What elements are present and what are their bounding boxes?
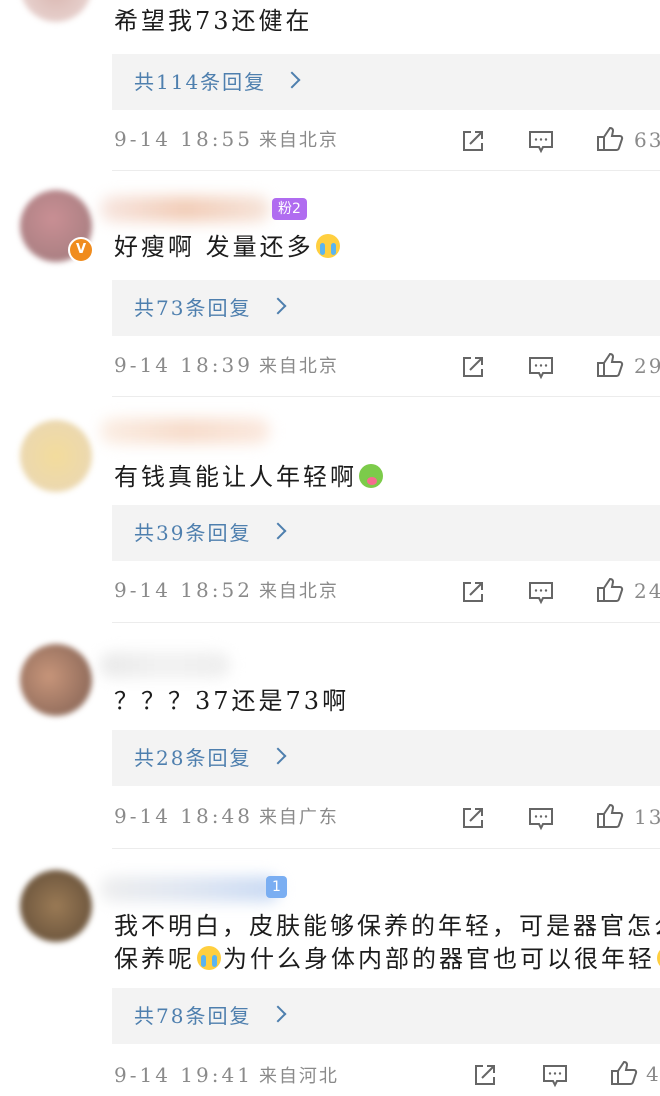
replies-link[interactable]: 共73条回复 <box>112 280 660 336</box>
divider <box>112 170 660 171</box>
avatar[interactable] <box>20 870 92 942</box>
like-count: 24 <box>634 579 660 603</box>
comment-text: ？？？37还是73啊 <box>114 687 350 715</box>
comment-icon[interactable] <box>526 803 556 833</box>
replies-link[interactable]: 共114条回复 <box>112 54 660 110</box>
thumbs-up-icon[interactable] <box>594 350 624 380</box>
username-redacted[interactable] <box>100 196 270 222</box>
comment-meta: 9-14 18:39 来自北京 <box>114 352 339 378</box>
comment-icon[interactable] <box>540 1060 570 1090</box>
comment-time: 9-14 18:39 <box>114 353 253 377</box>
comment-time: 9-14 18:52 <box>114 578 253 602</box>
share-icon[interactable] <box>458 352 488 382</box>
comment-meta: 9-14 19:41 来自河北 <box>114 1062 339 1088</box>
crying-face-icon <box>315 234 340 258</box>
replies-count-label: 共78条回复 <box>134 1004 252 1028</box>
thumbs-up-icon[interactable] <box>608 1058 638 1088</box>
avatar[interactable] <box>20 0 92 22</box>
like-count: 4 <box>646 1062 660 1086</box>
replies-link[interactable]: 共78条回复 <box>112 988 660 1044</box>
avatar[interactable] <box>20 644 92 716</box>
share-icon[interactable] <box>458 803 488 833</box>
comment-text-content: 好瘦啊 发量还多 <box>114 233 314 261</box>
comment-location: 来自广东 <box>258 807 339 828</box>
comment-location: 来自北京 <box>258 356 339 377</box>
username-redacted[interactable] <box>100 876 280 902</box>
fan-level-badge: 粉2 <box>272 198 307 220</box>
like-count: 29 <box>634 354 660 378</box>
username-redacted[interactable] <box>100 652 230 678</box>
chevron-right-icon <box>269 522 287 540</box>
chevron-right-icon <box>269 297 287 315</box>
replies-count-label: 共39条回复 <box>134 521 252 545</box>
replies-link[interactable]: 共28条回复 <box>112 730 660 786</box>
comment-text: 有钱真能让人年轻啊 <box>114 458 660 496</box>
comment-icon[interactable] <box>526 577 556 607</box>
thumbs-up-icon[interactable] <box>594 801 624 831</box>
avatar[interactable] <box>20 420 92 492</box>
chevron-right-icon <box>269 1005 287 1023</box>
comment-time: 9-14 18:55 <box>114 127 253 151</box>
like-count: 63 <box>634 128 660 152</box>
comment-meta: 9-14 18:52 来自北京 <box>114 577 339 603</box>
replies-count-label: 共28条回复 <box>134 746 252 770</box>
comment-location: 来自北京 <box>258 130 339 151</box>
crying-face-icon <box>197 946 221 970</box>
like-count: 13 <box>634 805 660 829</box>
fan-level-badge: 1 <box>266 876 287 898</box>
share-icon[interactable] <box>458 577 488 607</box>
comment-time: 9-14 19:41 <box>114 1063 253 1087</box>
comment-icon[interactable] <box>526 352 556 382</box>
comment-meta: 9-14 18:55 来自北京 <box>114 126 339 152</box>
share-icon[interactable] <box>470 1060 500 1090</box>
comment-text-content: 保养呢 <box>114 945 195 973</box>
replies-count-label: 共73条回复 <box>134 296 252 320</box>
divider <box>112 622 660 623</box>
chevron-right-icon <box>283 71 301 89</box>
replies-link[interactable]: 共39条回复 <box>112 505 660 561</box>
comment-time: 9-14 18:48 <box>114 804 253 828</box>
divider <box>112 396 660 397</box>
comment-meta: 9-14 18:48 来自广东 <box>114 803 339 829</box>
frog-face-icon <box>359 464 383 488</box>
comment-icon[interactable] <box>526 126 556 156</box>
comment-text: 希望我73还健在 <box>114 7 313 35</box>
chevron-right-icon <box>269 747 287 765</box>
divider <box>112 848 660 849</box>
comment-text: 好瘦啊 发量还多 <box>114 228 660 266</box>
share-icon[interactable] <box>458 126 488 156</box>
thumbs-up-icon[interactable] <box>594 124 624 154</box>
comment-text-line2: 保养呢 为什么身体内部的器官也可以很年轻 <box>114 940 660 978</box>
comment-text-content: 有钱真能让人年轻啊 <box>114 463 357 491</box>
comment-location: 来自河北 <box>258 1066 339 1087</box>
comment-location: 来自北京 <box>258 581 339 602</box>
thumbs-up-icon[interactable] <box>594 575 624 605</box>
verified-badge-icon: V <box>68 237 94 263</box>
replies-count-label: 共114条回复 <box>134 70 267 94</box>
username-redacted[interactable] <box>100 418 270 444</box>
comment-text-content: 为什么身体内部的器官也可以很年轻 <box>223 945 655 973</box>
